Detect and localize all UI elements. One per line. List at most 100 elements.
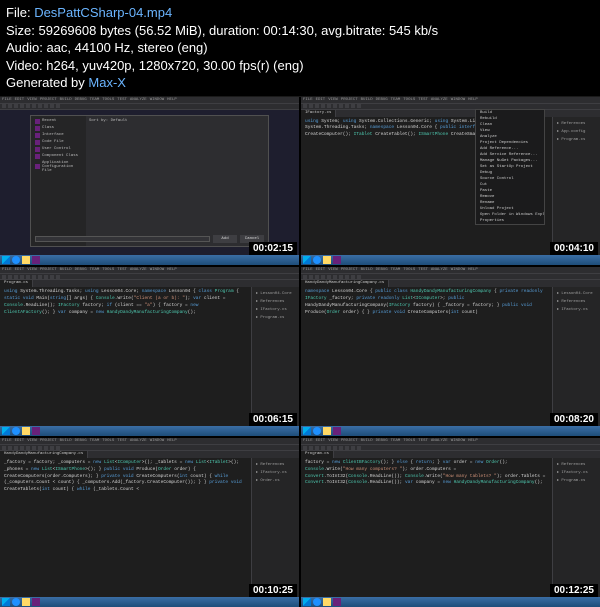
toolbar-button[interactable] (20, 446, 24, 450)
dialog-template-item[interactable]: Class (33, 125, 84, 132)
menu-item[interactable]: WINDOW (451, 439, 465, 443)
menu-item[interactable]: ANALYZE (130, 439, 147, 443)
visual-studio-icon[interactable] (333, 427, 341, 435)
menu-item[interactable]: ANALYZE (431, 98, 448, 102)
menu-item[interactable]: PROJECT (341, 98, 358, 102)
menu-item[interactable]: BUILD (361, 439, 373, 443)
solution-item[interactable]: ▸ Order.cs (254, 476, 297, 484)
toolbar-button[interactable] (333, 446, 337, 450)
toolbar-button[interactable] (321, 104, 325, 108)
code-editor[interactable]: namespace Lesson04.Core { public class H… (301, 287, 552, 428)
menu-item[interactable]: WINDOW (150, 98, 164, 102)
name-input[interactable] (35, 236, 210, 242)
solution-item[interactable]: ▸ IFactory.cs (254, 468, 297, 476)
menu-item[interactable]: FILE (2, 98, 12, 102)
code-editor[interactable]: factory = new ClientBFactory(); } else {… (301, 458, 552, 599)
menu-item[interactable]: EDIT (15, 98, 25, 102)
toolbar-button[interactable] (38, 446, 42, 450)
toolbar-button[interactable] (357, 104, 361, 108)
menu-item[interactable]: PROJECT (40, 98, 57, 102)
ie-icon[interactable] (12, 256, 20, 264)
toolbar-button[interactable] (309, 104, 313, 108)
dialog-template-item[interactable]: User Control (33, 146, 84, 153)
menu-item[interactable]: VIEW (27, 268, 37, 272)
menu-item[interactable]: HELP (167, 268, 177, 272)
toolbar-button[interactable] (321, 275, 325, 279)
ie-icon[interactable] (12, 427, 20, 435)
toolbar-button[interactable] (2, 104, 6, 108)
solution-item[interactable]: ▸ References (555, 119, 598, 127)
explorer-icon[interactable] (22, 427, 30, 435)
menu-item[interactable]: TEST (418, 439, 428, 443)
ie-icon[interactable] (313, 427, 321, 435)
toolbar-button[interactable] (327, 104, 331, 108)
menu-item[interactable]: TOOLS (403, 268, 415, 272)
start-button[interactable] (2, 256, 10, 264)
menu-item[interactable]: DEBUG (75, 268, 87, 272)
editor-tab[interactable]: HandyDandyManufacturingCompany.cs (0, 451, 88, 458)
toolbar-button[interactable] (38, 275, 42, 279)
toolbar-button[interactable] (303, 275, 307, 279)
toolbar-button[interactable] (56, 104, 60, 108)
toolbar-button[interactable] (44, 104, 48, 108)
menu-item[interactable]: TOOLS (102, 268, 114, 272)
explorer-icon[interactable] (22, 256, 30, 264)
context-menu[interactable]: BuildRebuildCleanViewAnalyzeProject Depe… (475, 109, 545, 225)
menu-item[interactable]: DEBUG (75, 439, 87, 443)
visual-studio-icon[interactable] (32, 598, 40, 606)
menu-item[interactable]: PROJECT (40, 439, 57, 443)
toolbar-button[interactable] (303, 446, 307, 450)
menu-item[interactable]: WINDOW (150, 439, 164, 443)
toolbar-button[interactable] (351, 446, 355, 450)
solution-explorer[interactable]: ▸ References▸ App.config▸ Program.cs (552, 117, 600, 258)
add-button[interactable]: Add (213, 235, 237, 243)
editor-tab[interactable]: Program.cs (301, 451, 334, 458)
menu-item[interactable]: TEAM (90, 268, 100, 272)
menu-item[interactable]: TOOLS (403, 98, 415, 102)
menu-item[interactable]: BUILD (60, 98, 72, 102)
menu-item[interactable]: VIEW (328, 439, 338, 443)
menu-item[interactable]: DEBUG (376, 439, 388, 443)
solution-item[interactable]: ▸ Program.cs (254, 313, 297, 321)
solution-item[interactable]: ▸ References (555, 297, 598, 305)
toolbar-button[interactable] (309, 446, 313, 450)
explorer-icon[interactable] (323, 256, 331, 264)
toolbar-button[interactable] (315, 104, 319, 108)
solution-item[interactable]: ▸ Lesson04.Core (254, 289, 297, 297)
toolbar-button[interactable] (2, 275, 6, 279)
explorer-icon[interactable] (22, 598, 30, 606)
toolbar-button[interactable] (50, 275, 54, 279)
code-editor[interactable]: using System.Threading.Tasks; using Less… (0, 287, 251, 428)
menu-item[interactable]: BUILD (60, 439, 72, 443)
menu-item[interactable]: HELP (167, 98, 177, 102)
menu-item[interactable]: TEAM (90, 98, 100, 102)
menu-item[interactable]: HELP (468, 439, 478, 443)
solution-item[interactable]: ▸ References (254, 297, 297, 305)
menu-item[interactable]: FILE (2, 268, 12, 272)
toolbar-button[interactable] (357, 275, 361, 279)
menu-item[interactable]: TEST (117, 98, 127, 102)
toolbar-button[interactable] (26, 446, 30, 450)
start-button[interactable] (303, 256, 311, 264)
solution-item[interactable]: ▸ IFactory.cs (254, 305, 297, 313)
toolbar-button[interactable] (345, 275, 349, 279)
menu-item[interactable]: ANALYZE (130, 98, 147, 102)
menu-item[interactable]: VIEW (27, 98, 37, 102)
toolbar-button[interactable] (321, 446, 325, 450)
menu-item[interactable]: TEST (117, 268, 127, 272)
toolbar-button[interactable] (14, 446, 18, 450)
solution-item[interactable]: ▸ IFactory.cs (555, 468, 598, 476)
start-button[interactable] (303, 427, 311, 435)
menu-item[interactable]: VIEW (328, 268, 338, 272)
visual-studio-icon[interactable] (32, 256, 40, 264)
toolbar-button[interactable] (327, 275, 331, 279)
menu-item[interactable]: TEAM (90, 439, 100, 443)
toolbar-button[interactable] (333, 104, 337, 108)
toolbar-button[interactable] (303, 104, 307, 108)
toolbar-button[interactable] (38, 104, 42, 108)
menu-item[interactable]: TOOLS (102, 98, 114, 102)
toolbar-button[interactable] (315, 275, 319, 279)
solution-item[interactable]: ▸ Lesson04.Core (555, 289, 598, 297)
start-button[interactable] (2, 598, 10, 606)
toolbar-button[interactable] (345, 104, 349, 108)
